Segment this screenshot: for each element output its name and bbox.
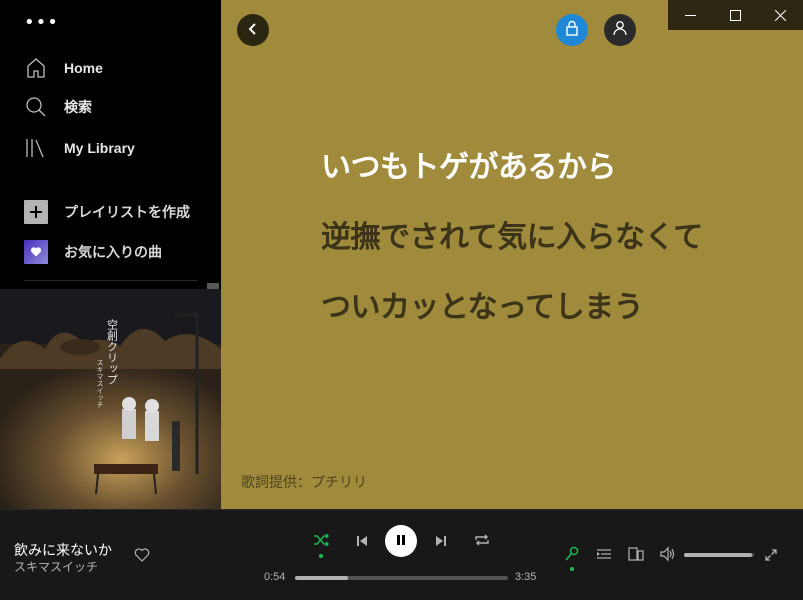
library-icon [24,136,48,160]
lyrics-active-indicator [570,567,574,571]
lyrics-container: いつもトゲがあるから 逆撫でされて気に入らなくて ついカッとなってしまう [321,150,721,360]
close-button[interactable] [758,0,803,30]
lyric-line[interactable]: 逆撫でされて気に入らなくて [321,220,721,256]
search-icon [24,95,48,119]
home-icon [24,56,48,80]
like-button[interactable] [133,546,151,564]
lyrics-button[interactable] [562,546,582,566]
repeat-icon [473,531,491,553]
user-icon [612,20,628,40]
album-art[interactable]: 空創クリップ スキマスイッチ [0,289,221,509]
sidebar-divider [24,280,198,281]
album-title-text: 空創クリップ [106,318,119,385]
sidebar-item-home[interactable]: Home [24,56,103,80]
time-elapsed: 0:54 [264,571,286,583]
chevron-left-icon [246,21,260,40]
expand-icon [764,547,778,566]
skip-back-icon [355,533,369,552]
minimize-button[interactable] [668,0,713,30]
create-playlist-button[interactable]: プレイリストを作成 [24,200,190,224]
shuffle-icon [312,531,330,553]
volume-slider[interactable] [684,553,754,557]
lock-button[interactable] [556,14,588,46]
devices-button[interactable] [626,546,646,566]
lock-icon [564,20,580,40]
next-button[interactable] [431,532,451,552]
volume-button[interactable] [658,546,678,566]
liked-songs-button[interactable]: お気に入りの曲 [24,240,162,264]
shuffle-active-indicator [319,554,323,558]
player-bar: 飲みに来ないか スキマスイッチ 0:54 3:35 [0,509,803,600]
heart-icon [24,240,48,264]
progress-bar[interactable] [295,576,508,580]
album-artist-text: スキマスイッチ [96,359,104,408]
pause-icon [394,532,408,551]
plus-icon [24,200,48,224]
volume-fill [684,553,752,557]
devices-icon [628,546,644,566]
sidebar-item-search[interactable]: 検索 [24,95,92,119]
lyric-line[interactable]: ついカッとなってしまう [321,290,721,326]
pause-button[interactable] [385,525,417,557]
track-artist[interactable]: スキマスイッチ [14,558,98,575]
liked-songs-label: お気に入りの曲 [64,244,162,260]
heart-outline-icon [133,548,151,568]
create-playlist-label: プレイリストを作成 [64,204,190,220]
queue-icon [596,546,612,566]
sidebar-item-label: Home [64,60,103,76]
queue-button[interactable] [594,546,614,566]
sidebar-item-library[interactable]: My Library [24,136,135,160]
shuffle-button[interactable] [311,532,331,552]
volume-icon [660,546,676,566]
maximize-icon [730,6,741,25]
fullscreen-button[interactable] [761,546,781,566]
microphone-icon [564,546,580,566]
previous-button[interactable] [352,532,372,552]
sidebar-item-label: My Library [64,140,135,156]
sidebar-item-label: 検索 [64,99,92,115]
skip-forward-icon [434,533,448,552]
menu-dots-button[interactable]: ••• [24,14,58,34]
progress-fill [295,576,349,580]
track-title[interactable]: 飲みに来ないか [14,540,112,560]
minimize-icon [685,6,696,25]
repeat-button[interactable] [472,532,492,552]
user-menu-button[interactable] [604,14,636,46]
lyrics-view: いつもトゲがあるから 逆撫でされて気に入らなくて ついカッとなってしまう 歌詞提… [221,0,803,509]
time-total: 3:35 [515,571,537,583]
close-icon [774,6,787,25]
lyrics-credit: 歌詞提供：プチリリ [241,474,367,490]
maximize-button[interactable] [713,0,758,30]
back-button[interactable] [237,14,269,46]
window-controls [668,0,803,30]
lyric-line-current[interactable]: いつもトゲがあるから [321,150,721,186]
